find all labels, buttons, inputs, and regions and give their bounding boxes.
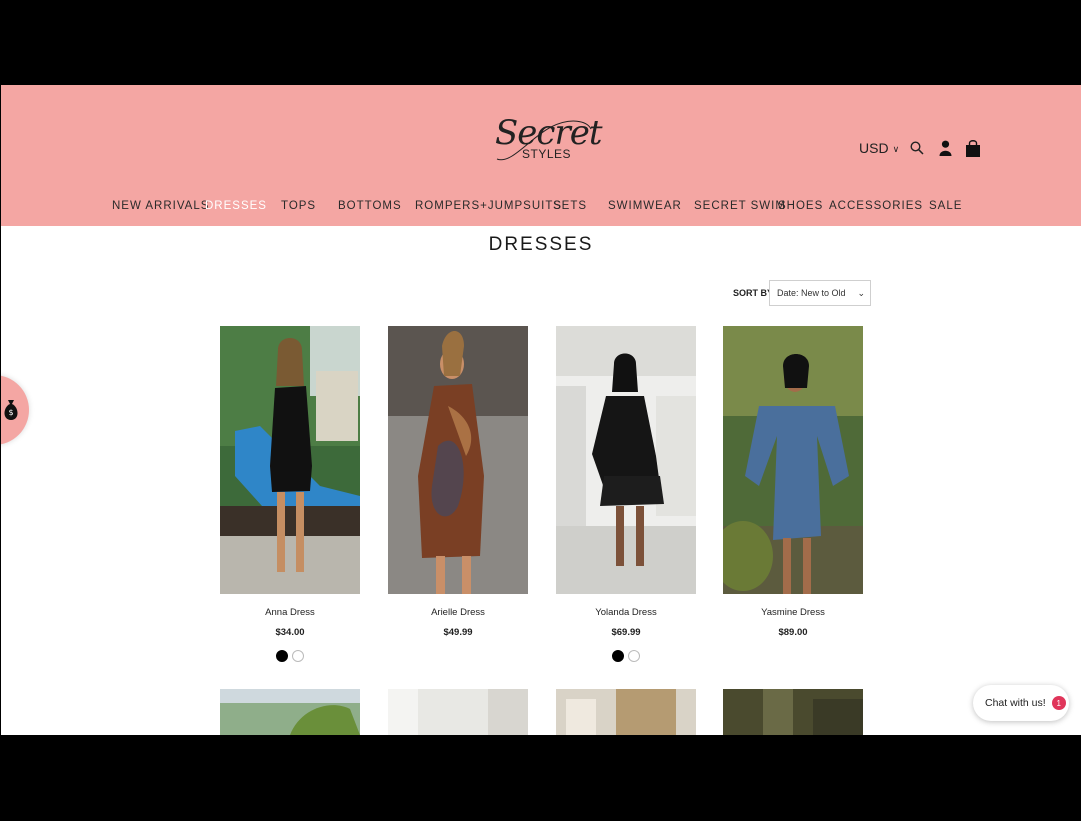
product-card[interactable]: Anna Dress $34.00 [220,326,360,662]
chat-label: Chat with us! [985,697,1046,709]
product-image[interactable] [723,689,863,735]
product-name[interactable]: Yasmine Dress [723,607,863,618]
nav-item-secret-swim[interactable]: SECRET SWIM [694,200,786,212]
product-price: $49.99 [443,627,473,638]
account-icon[interactable] [935,137,955,159]
nav-item-bottoms[interactable]: BOTTOMS [338,200,402,212]
product-price: $34.00 [275,627,305,638]
store-page: Secret STYLES USD ∨ NEW ARRIVALS DRESSES… [1,85,1081,735]
nav-item-shoes[interactable]: SHOES [778,200,823,212]
product-name[interactable]: Yolanda Dress [556,607,696,618]
main-nav: NEW ARRIVALS DRESSES TOPS BOTTOMS ROMPER… [1,200,1081,216]
product-image[interactable] [220,689,360,735]
currency-label: USD [859,140,889,156]
color-swatches [220,650,360,662]
product-image[interactable] [556,689,696,735]
product-card[interactable]: Yolanda Dress $69.99 [556,326,696,662]
product-price: $69.99 [611,627,641,638]
swatch-white[interactable] [292,650,304,662]
nav-item-dresses[interactable]: DRESSES [205,200,267,212]
product-card[interactable]: Arielle Dress $49.99 [388,326,528,638]
chevron-down-icon: ∨ [892,143,900,154]
nav-item-tops[interactable]: TOPS [281,200,316,212]
product-image[interactable] [388,689,528,735]
nav-item-new-arrivals[interactable]: NEW ARRIVALS [112,200,209,212]
nav-item-sets[interactable]: SETS [553,200,587,212]
nav-item-swimwear[interactable]: SWIMWEAR [608,200,682,212]
color-swatches [556,650,696,662]
header-tools: USD ∨ [859,137,983,159]
rewards-tab[interactable]: $ [1,375,29,445]
search-icon[interactable] [907,137,927,159]
brand-logo[interactable]: Secret STYLES [491,113,602,169]
chat-badge: 1 [1051,696,1066,710]
currency-selector[interactable]: USD ∨ [859,140,899,156]
product-image[interactable] [388,326,528,594]
product-price: $89.00 [778,627,808,638]
nav-item-rompers-jumpsuits[interactable]: ROMPERS+JUMPSUITS [415,200,562,212]
nav-item-sale[interactable]: SALE [929,200,962,212]
product-card[interactable]: Yasmine Dress $89.00 [723,326,863,638]
swatch-black[interactable] [612,650,624,662]
product-image[interactable] [220,326,360,594]
swatch-white[interactable] [628,650,640,662]
product-name[interactable]: Arielle Dress [388,607,528,618]
page-title: DRESSES [488,234,594,255]
nav-item-accessories[interactable]: ACCESSORIES [829,200,923,212]
money-bag-icon: $ [4,400,18,420]
site-header: Secret STYLES USD ∨ NEW ARRIVALS DRESSES… [1,85,1081,226]
product-image[interactable] [556,326,696,594]
logo-sub-text: STYLES [522,147,572,161]
chevron-down-icon: ⌄ [857,288,865,298]
product-image[interactable] [723,326,863,594]
cart-icon[interactable] [963,137,983,159]
chat-widget[interactable]: Chat with us! 1 [973,685,1069,721]
sort-select-value: Date: New to Old [777,288,846,298]
svg-text:$: $ [8,408,13,417]
swatch-black[interactable] [276,650,288,662]
sort-select[interactable]: Date: New to Old ⌄ [769,280,871,306]
product-name[interactable]: Anna Dress [220,607,360,618]
